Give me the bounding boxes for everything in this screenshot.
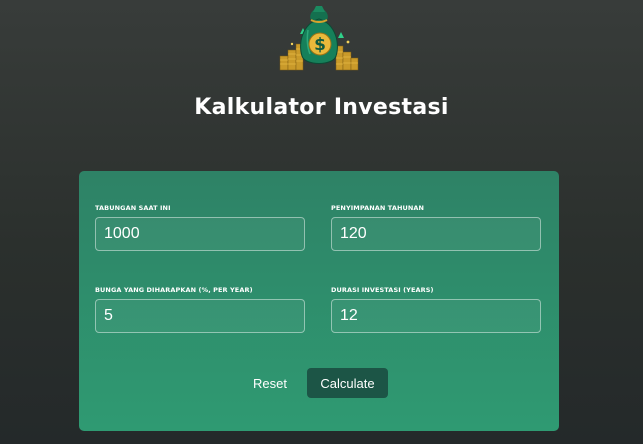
investment-duration-input[interactable]	[331, 299, 541, 333]
page-title: Kalkulator Investasi	[194, 95, 449, 120]
calculate-button[interactable]: Calculate	[307, 368, 388, 398]
svg-text:$: $	[314, 35, 326, 55]
current-savings-input[interactable]	[95, 217, 305, 251]
investment-duration-label: DURASI INVESTASI (YEARS)	[331, 286, 434, 294]
expected-interest-input[interactable]	[95, 299, 305, 333]
expected-interest-label: BUNGA YANG DIHARAPKAN (%, PER YEAR)	[95, 286, 253, 294]
investment-form-card: TABUNGAN SAAT INI PENYIMPANAN TAHUNAN BU…	[79, 171, 559, 431]
reset-button[interactable]: Reset	[247, 368, 293, 398]
current-savings-label: TABUNGAN SAAT INI	[95, 204, 171, 212]
money-bag-dollar-icon: $	[279, 6, 359, 71]
yearly-savings-input[interactable]	[331, 217, 541, 251]
yearly-savings-label: PENYIMPANAN TAHUNAN	[331, 204, 425, 212]
